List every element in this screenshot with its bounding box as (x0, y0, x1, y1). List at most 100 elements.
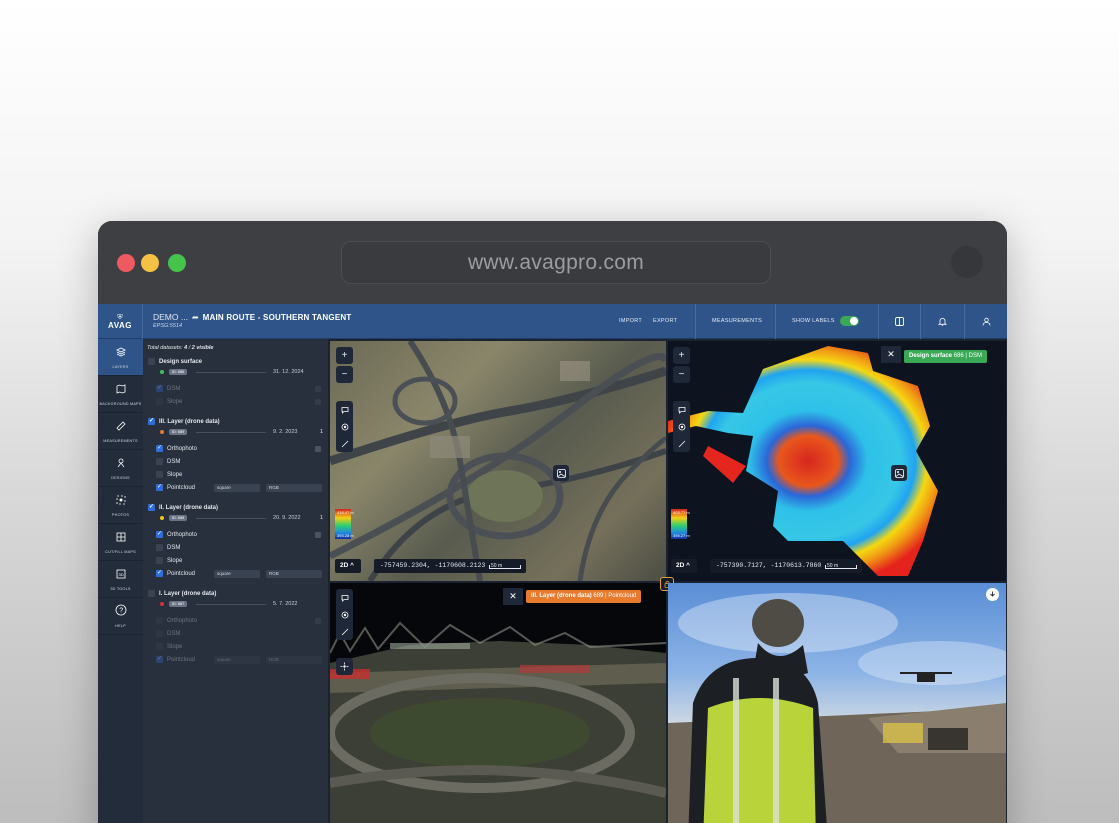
zoom-out-button[interactable]: − (336, 366, 353, 383)
breadcrumb-route[interactable]: MAIN ROUTE - SOUTHERN TANGENT (203, 313, 352, 322)
layer-row-pointcloud[interactable]: Pointcloud square RGB (156, 569, 323, 578)
minimize-window-button[interactable] (141, 254, 159, 272)
line-tool-icon[interactable] (336, 623, 353, 640)
layer-checkbox[interactable] (156, 544, 163, 551)
dataset-checkbox[interactable] (148, 417, 155, 425)
layer-checkbox[interactable] (156, 384, 163, 392)
grid-icon[interactable] (315, 398, 321, 405)
layer-row-pointcloud[interactable]: Pointcloud square RGB (156, 655, 323, 664)
rail-item-help[interactable]: ? HELP (98, 598, 143, 635)
line-tool-icon[interactable] (336, 435, 353, 452)
comment-icon[interactable] (336, 589, 353, 606)
layer-row-slope[interactable]: Slope (156, 397, 323, 406)
view-mode-toggle[interactable]: 2D ^ (671, 559, 697, 573)
layer-checkbox[interactable] (156, 444, 163, 452)
grid-icon[interactable] (315, 617, 321, 624)
view-mode-toggle[interactable]: 2D ^ (335, 559, 361, 573)
rail-item-measurements[interactable]: MEASUREMENTS (98, 413, 143, 450)
layer-row-slope[interactable]: Slope (156, 556, 323, 565)
dataset-checkbox[interactable] (148, 590, 155, 597)
grid-icon[interactable] (315, 531, 321, 538)
layer-row-pointcloud[interactable]: Pointcloud square RGB (156, 483, 323, 492)
point-shape-select[interactable]: square (214, 655, 260, 664)
export-button[interactable]: EXPORT (653, 304, 677, 339)
status-dot (160, 516, 164, 520)
point-shape-select[interactable]: square (214, 483, 260, 492)
layer-checkbox[interactable] (156, 557, 163, 564)
layer-row-orthophoto[interactable]: Orthophoto (156, 530, 323, 539)
layer-row-dsm[interactable]: DSM (156, 384, 323, 393)
layer-row-dsm[interactable]: DSM (156, 629, 323, 638)
layer-row-orthophoto[interactable]: Orthophoto (156, 444, 323, 453)
breadcrumb-project[interactable]: DEMO ... (153, 312, 188, 322)
line-tool-icon[interactable] (673, 435, 690, 452)
split-view-icon[interactable] (879, 304, 919, 339)
target-icon[interactable] (336, 418, 353, 435)
browser-menu-button[interactable] (951, 246, 983, 278)
maximize-window-button[interactable] (168, 254, 186, 272)
rail-item-cut-fill-maps[interactable]: CUT/FILL MAPS (98, 524, 143, 561)
layer-row-dsm[interactable]: DSM (156, 457, 323, 466)
dataset-header[interactable]: I. Layer (drone data) (148, 589, 216, 598)
layer-checkbox[interactable] (156, 458, 163, 465)
point-color-select[interactable]: RGB (266, 569, 322, 578)
layer-checkbox[interactable] (156, 398, 163, 405)
download-icon[interactable] (986, 588, 999, 601)
logo-mark-icon: ⛨ (117, 313, 123, 321)
layer-checkbox[interactable] (156, 630, 163, 637)
dataset-checkbox[interactable] (148, 503, 155, 511)
dataset-header[interactable]: Design surface (148, 357, 202, 366)
zoom-out-button[interactable]: − (673, 366, 690, 383)
measurements-button[interactable]: MEASUREMENTS (712, 304, 762, 339)
logo[interactable]: ⛨ AVAG (98, 304, 143, 339)
rail-item-layers[interactable]: LAYERS (98, 339, 143, 376)
layer-checkbox[interactable] (156, 483, 163, 491)
layer-checkbox[interactable] (156, 617, 163, 624)
target-icon[interactable] (336, 606, 353, 623)
layer-checkbox[interactable] (156, 471, 163, 478)
move-icon[interactable] (336, 658, 353, 675)
point-color-select[interactable]: RGB (266, 483, 322, 492)
rail-item-photos[interactable]: PHOTOS (98, 487, 143, 524)
layer-row-dsm[interactable]: DSM (156, 543, 323, 552)
dataset-header[interactable]: III. Layer (drone data) (148, 417, 220, 426)
dataset-name: III. Layer (drone data) (159, 418, 220, 425)
rail-item-designs[interactable]: DESIGNS (98, 450, 143, 487)
photo-viewport[interactable] (668, 583, 1006, 823)
bell-icon[interactable] (922, 304, 962, 339)
layer-checkbox[interactable] (156, 530, 163, 538)
target-icon[interactable] (673, 418, 690, 435)
zoom-in-button[interactable]: + (336, 347, 353, 364)
point-shape-select[interactable]: square (214, 569, 260, 578)
layer-row-slope[interactable]: Slope (156, 470, 323, 479)
zoom-in-button[interactable]: + (673, 347, 690, 364)
layer-checkbox[interactable] (156, 655, 163, 663)
comment-icon[interactable] (673, 401, 690, 418)
image-icon[interactable] (891, 465, 907, 481)
orthophoto-viewport[interactable]: + − 418.47 m 393.28 m 2D ^ -757459.2304,… (330, 341, 666, 581)
layer-checkbox[interactable] (156, 569, 163, 577)
grid-icon[interactable] (315, 445, 321, 452)
total-label: Total datasets: (147, 345, 183, 351)
import-button[interactable]: IMPORT (619, 304, 642, 339)
comment-icon[interactable] (336, 401, 353, 418)
grid-icon[interactable] (315, 385, 321, 392)
image-icon[interactable] (553, 465, 569, 481)
close-window-button[interactable] (117, 254, 135, 272)
show-labels-toggle[interactable] (840, 316, 859, 326)
pointcloud-viewport[interactable]: ✕ III. Layer (drone data) 689 | Pointclo… (330, 583, 666, 823)
dataset-id-badge: ID: 689 (169, 429, 188, 435)
dsm-viewport[interactable]: + − ✕ Design surface 686 | DSM 403.77 m … (668, 341, 1006, 581)
user-icon[interactable] (966, 304, 1006, 339)
dataset-header[interactable]: II. Layer (drone data) (148, 503, 218, 512)
close-icon[interactable]: ✕ (881, 346, 901, 363)
layer-row-orthophoto[interactable]: Orthophoto (156, 616, 323, 625)
point-color-select[interactable]: RGB (266, 655, 322, 664)
address-bar[interactable]: www.avagpro.com (341, 241, 771, 284)
close-icon[interactable]: ✕ (503, 588, 523, 605)
rail-item-3d-tools[interactable]: 3D 3D TOOLS (98, 561, 143, 598)
layer-checkbox[interactable] (156, 643, 163, 650)
dataset-checkbox[interactable] (148, 358, 155, 365)
rail-item-background-maps[interactable]: BACKGROUND MAPS (98, 376, 143, 413)
layer-row-slope[interactable]: Slope (156, 642, 323, 651)
